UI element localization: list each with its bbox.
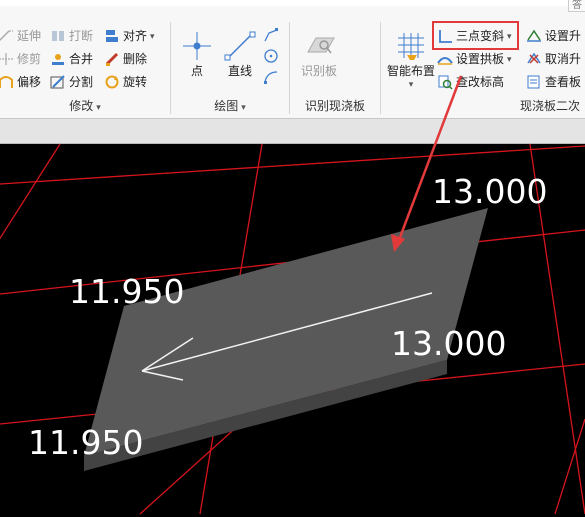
- set-raise-icon: [526, 28, 542, 44]
- cancel-raise-button[interactable]: 取消升: [526, 49, 581, 69]
- smart-layout-icon: [398, 33, 424, 60]
- break-icon: [50, 28, 66, 44]
- merge-icon: [50, 51, 66, 67]
- align-icon: [104, 28, 120, 44]
- draw-group-text: 绘图: [214, 99, 239, 113]
- smart-layout-label: 智能布置: [386, 64, 435, 78]
- identify-group-text: 识别现浇板: [304, 99, 365, 113]
- smart-layout-dropdown-icon[interactable]: ▾: [384, 79, 438, 89]
- split-button[interactable]: 分割: [50, 72, 93, 92]
- extend-label: 延伸: [17, 29, 42, 43]
- extend-button[interactable]: 延伸: [0, 26, 41, 46]
- delete-button[interactable]: 删除: [104, 49, 147, 69]
- view-slab-icon: [526, 74, 542, 90]
- identify-slab-label: 识别板: [300, 64, 337, 78]
- modify-group-dropdown-icon: ▾: [96, 102, 101, 112]
- highlight-box: [432, 21, 519, 50]
- circle-icon: [264, 49, 278, 63]
- draw-group-label[interactable]: 绘图 ▾: [171, 97, 289, 115]
- offset-label: 偏移: [17, 75, 42, 89]
- view-slab-button[interactable]: 查看板: [526, 72, 581, 92]
- set-arch-label: 设置拱板: [456, 52, 505, 66]
- smart-layout-button[interactable]: 智能布置 ▾: [384, 30, 438, 89]
- merge-button[interactable]: 合并: [50, 49, 93, 69]
- corner-tab[interactable]: 答: [568, 0, 585, 12]
- slab2-group-label: 现浇板二次: [520, 97, 585, 115]
- align-button[interactable]: 对齐 ▾: [104, 26, 155, 46]
- rotate-button[interactable]: 旋转: [104, 72, 147, 92]
- cancel-raise-icon: [526, 51, 542, 67]
- set-arch-dropdown-icon[interactable]: ▾: [507, 49, 512, 69]
- identify-slab-button[interactable]: 识别板: [296, 32, 342, 79]
- modify-group-text: 修改: [69, 99, 94, 113]
- drawing-canvas[interactable]: 13.000 13.000 11.950 11.950: [0, 143, 585, 515]
- arc-icon: [264, 71, 278, 84]
- trim-label: 修剪: [17, 52, 42, 66]
- break-button[interactable]: 打断: [50, 26, 93, 46]
- check-elevation-label: 查改标高: [456, 75, 505, 89]
- modify-group-label[interactable]: 修改 ▾: [0, 97, 170, 115]
- draw-group-dropdown-icon: ▾: [241, 102, 246, 112]
- line-icon: [224, 31, 256, 61]
- ribbon-footer-bar: [0, 119, 585, 144]
- split-label: 分割: [69, 75, 94, 89]
- line-button[interactable]: 直线: [222, 30, 258, 79]
- delete-label: 删除: [123, 52, 148, 66]
- polyline-icon: [264, 28, 278, 42]
- align-dropdown-icon[interactable]: ▾: [150, 26, 155, 46]
- cancel-raise-label: 取消升: [545, 52, 582, 66]
- ribbon-top-strip: [0, 0, 585, 6]
- align-label: 对齐: [123, 29, 148, 43]
- offset-button[interactable]: 偏移: [0, 72, 41, 92]
- trim-icon: [0, 51, 14, 67]
- line-label: 直线: [227, 64, 252, 78]
- elevation-label-top-right: 13.000: [432, 172, 548, 211]
- set-arch-button[interactable]: 设置拱板 ▾: [437, 49, 512, 69]
- point-label: 点: [190, 64, 203, 78]
- set-arch-icon: [437, 51, 453, 67]
- rotate-icon: [104, 74, 120, 90]
- view-slab-label: 查看板: [545, 75, 582, 89]
- ribbon-toolbar: 答 延伸 打断 对齐 ▾ 修剪 合并 删除 偏移 分割 旋转 修改 ▾ 点 直线…: [0, 0, 585, 119]
- break-label: 打断: [69, 29, 94, 43]
- set-raise-button[interactable]: 设置升: [526, 26, 581, 46]
- delete-icon: [104, 51, 120, 67]
- extend-icon: [0, 28, 14, 44]
- identify-group-label: 识别现浇板: [290, 97, 380, 115]
- elevation-label-mid-right: 13.000: [391, 324, 507, 363]
- check-elevation-icon: [437, 74, 453, 90]
- circle-button[interactable]: [262, 48, 280, 68]
- point-icon: [183, 32, 211, 60]
- split-icon: [50, 74, 66, 90]
- offset-icon: [0, 74, 14, 90]
- rotate-label: 旋转: [123, 75, 148, 89]
- trim-button[interactable]: 修剪: [0, 49, 41, 69]
- separator: [380, 22, 381, 114]
- arc-button[interactable]: [262, 69, 280, 89]
- polyline-button[interactable]: [262, 27, 280, 47]
- point-button[interactable]: 点: [178, 30, 216, 79]
- elevation-label-bottom-left: 11.950: [28, 423, 144, 462]
- identify-slab-icon: [307, 37, 335, 54]
- slab2-group-text: 现浇板二次: [520, 99, 581, 113]
- elevation-label-top-left: 11.950: [69, 272, 185, 311]
- merge-label: 合并: [69, 52, 94, 66]
- check-elevation-button[interactable]: 查改标高: [437, 72, 504, 92]
- set-raise-label: 设置升: [545, 29, 582, 43]
